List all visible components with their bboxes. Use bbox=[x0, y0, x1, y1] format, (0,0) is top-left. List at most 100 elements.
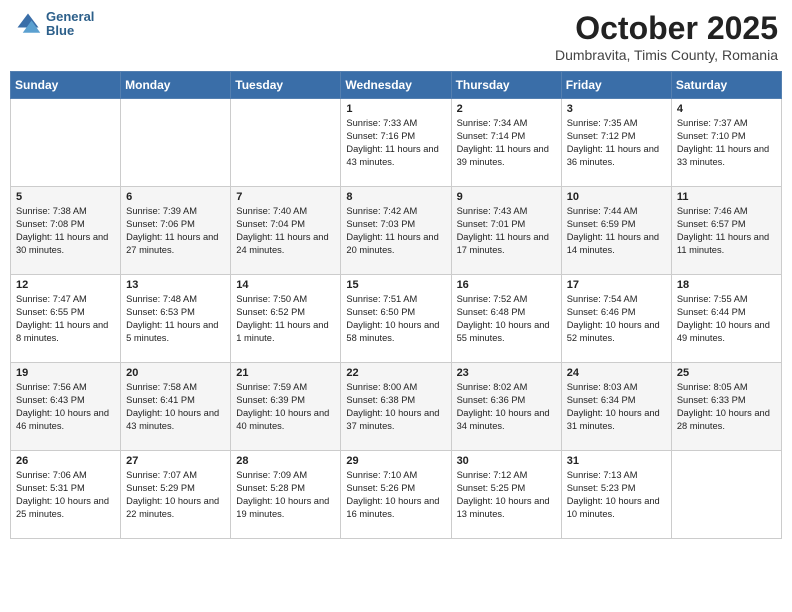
day-number: 30 bbox=[457, 455, 556, 467]
calendar-cell: 31Sunrise: 7:13 AMSunset: 5:23 PMDayligh… bbox=[561, 451, 671, 539]
weekday-header: Monday bbox=[121, 72, 231, 99]
logo-text: General Blue bbox=[46, 10, 94, 39]
calendar-table: SundayMondayTuesdayWednesdayThursdayFrid… bbox=[10, 71, 782, 539]
day-info: Sunrise: 7:56 AMSunset: 6:43 PMDaylight:… bbox=[16, 381, 115, 433]
day-number: 28 bbox=[236, 455, 335, 467]
day-info: Sunrise: 7:46 AMSunset: 6:57 PMDaylight:… bbox=[677, 205, 776, 257]
day-number: 23 bbox=[457, 367, 556, 379]
weekday-header-row: SundayMondayTuesdayWednesdayThursdayFrid… bbox=[11, 72, 782, 99]
weekday-header: Friday bbox=[561, 72, 671, 99]
day-info: Sunrise: 7:34 AMSunset: 7:14 PMDaylight:… bbox=[457, 117, 556, 169]
calendar-cell: 20 Sunrise: 7:58 AMSunset: 6:41 PMDayligh… bbox=[121, 363, 231, 451]
calendar-cell: 10 Sunrise: 7:44 AMSunset: 6:59 PMDayligh… bbox=[561, 187, 671, 275]
calendar-cell: 5 Sunrise: 7:38 AMSunset: 7:08 PMDaylight… bbox=[11, 187, 121, 275]
day-info: Sunrise: 7:47 AMSunset: 6:55 PMDaylight:… bbox=[16, 293, 115, 345]
day-number: 12 bbox=[16, 279, 115, 291]
calendar-week-row: 26 Sunrise: 7:06 AMSunset: 5:31 PMDayligh… bbox=[11, 451, 782, 539]
day-info: Sunrise: 7:42 AMSunset: 7:03 PMDaylight:… bbox=[346, 205, 445, 257]
day-info: Sunrise: 7:07 AMSunset: 5:29 PMDaylight:… bbox=[126, 469, 225, 521]
day-number: 25 bbox=[677, 367, 776, 379]
day-number: 18 bbox=[677, 279, 776, 291]
day-info: Sunrise: 7:58 AMSunset: 6:41 PMDaylight:… bbox=[126, 381, 225, 433]
day-number: 20 bbox=[126, 367, 225, 379]
calendar-week-row: 12 Sunrise: 7:47 AMSunset: 6:55 PMDayligh… bbox=[11, 275, 782, 363]
day-number: 14 bbox=[236, 279, 335, 291]
day-info: Sunrise: 7:39 AMSunset: 7:06 PMDaylight:… bbox=[126, 205, 225, 257]
day-number: 13 bbox=[126, 279, 225, 291]
calendar-cell: 4 Sunrise: 7:37 AMSunset: 7:10 PMDaylight… bbox=[671, 99, 781, 187]
day-number: 19 bbox=[16, 367, 115, 379]
weekday-header: Thursday bbox=[451, 72, 561, 99]
calendar-cell: 17 Sunrise: 7:54 AMSunset: 6:46 PMDayligh… bbox=[561, 275, 671, 363]
day-number: 7 bbox=[236, 191, 335, 203]
calendar-cell: 12 Sunrise: 7:47 AMSunset: 6:55 PMDayligh… bbox=[11, 275, 121, 363]
logo: General Blue bbox=[14, 10, 94, 39]
day-number: 8 bbox=[346, 191, 445, 203]
calendar-cell: 25 Sunrise: 8:05 AMSunset: 6:33 PMDayligh… bbox=[671, 363, 781, 451]
calendar-week-row: 5 Sunrise: 7:38 AMSunset: 7:08 PMDaylight… bbox=[11, 187, 782, 275]
day-info: Sunrise: 7:59 AMSunset: 6:39 PMDaylight:… bbox=[236, 381, 335, 433]
calendar-cell: 11Sunrise: 7:46 AMSunset: 6:57 PMDayligh… bbox=[671, 187, 781, 275]
calendar-week-row: 19 Sunrise: 7:56 AMSunset: 6:43 PMDayligh… bbox=[11, 363, 782, 451]
day-number: 2 bbox=[457, 103, 556, 115]
day-number: 17 bbox=[567, 279, 666, 291]
calendar-subtitle: Dumbravita, Timis County, Romania bbox=[555, 47, 778, 63]
day-number: 16 bbox=[457, 279, 556, 291]
calendar-cell: 21Sunrise: 7:59 AMSunset: 6:39 PMDayligh… bbox=[231, 363, 341, 451]
calendar-cell: 2 Sunrise: 7:34 AMSunset: 7:14 PMDaylight… bbox=[451, 99, 561, 187]
calendar-cell: 22 Sunrise: 8:00 AMSunset: 6:38 PMDayligh… bbox=[341, 363, 451, 451]
day-info: Sunrise: 7:54 AMSunset: 6:46 PMDaylight:… bbox=[567, 293, 666, 345]
calendar-cell: 23 Sunrise: 8:02 AMSunset: 6:36 PMDayligh… bbox=[451, 363, 561, 451]
title-section: October 2025 Dumbravita, Timis County, R… bbox=[555, 10, 778, 63]
weekday-header: Tuesday bbox=[231, 72, 341, 99]
day-info: Sunrise: 7:33 AMSunset: 7:16 PMDaylight:… bbox=[346, 117, 445, 169]
weekday-header: Wednesday bbox=[341, 72, 451, 99]
day-number: 31 bbox=[567, 455, 666, 467]
day-info: Sunrise: 8:02 AMSunset: 6:36 PMDaylight:… bbox=[457, 381, 556, 433]
day-info: Sunrise: 8:05 AMSunset: 6:33 PMDaylight:… bbox=[677, 381, 776, 433]
day-info: Sunrise: 7:06 AMSunset: 5:31 PMDaylight:… bbox=[16, 469, 115, 521]
day-number: 22 bbox=[346, 367, 445, 379]
calendar-cell: 28 Sunrise: 7:09 AMSunset: 5:28 PMDayligh… bbox=[231, 451, 341, 539]
day-info: Sunrise: 7:44 AMSunset: 6:59 PMDaylight:… bbox=[567, 205, 666, 257]
day-info: Sunrise: 7:35 AMSunset: 7:12 PMDaylight:… bbox=[567, 117, 666, 169]
weekday-header: Saturday bbox=[671, 72, 781, 99]
page-header: General Blue October 2025 Dumbravita, Ti… bbox=[10, 10, 782, 63]
day-info: Sunrise: 7:40 AMSunset: 7:04 PMDaylight:… bbox=[236, 205, 335, 257]
calendar-cell: 9Sunrise: 7:43 AMSunset: 7:01 PMDaylight… bbox=[451, 187, 561, 275]
day-info: Sunrise: 7:09 AMSunset: 5:28 PMDaylight:… bbox=[236, 469, 335, 521]
day-number: 4 bbox=[677, 103, 776, 115]
calendar-cell bbox=[671, 451, 781, 539]
calendar-cell bbox=[231, 99, 341, 187]
day-info: Sunrise: 7:51 AMSunset: 6:50 PMDaylight:… bbox=[346, 293, 445, 345]
calendar-title: October 2025 bbox=[555, 10, 778, 47]
day-number: 1 bbox=[346, 103, 445, 115]
calendar-cell: 29 Sunrise: 7:10 AMSunset: 5:26 PMDayligh… bbox=[341, 451, 451, 539]
day-number: 27 bbox=[126, 455, 225, 467]
day-info: Sunrise: 7:50 AMSunset: 6:52 PMDaylight:… bbox=[236, 293, 335, 345]
calendar-cell: 15Sunrise: 7:51 AMSunset: 6:50 PMDayligh… bbox=[341, 275, 451, 363]
calendar-cell: 16Sunrise: 7:52 AMSunset: 6:48 PMDayligh… bbox=[451, 275, 561, 363]
calendar-cell: 13 Sunrise: 7:48 AMSunset: 6:53 PMDayligh… bbox=[121, 275, 231, 363]
day-number: 5 bbox=[16, 191, 115, 203]
day-number: 9 bbox=[457, 191, 556, 203]
day-number: 24 bbox=[567, 367, 666, 379]
calendar-cell bbox=[11, 99, 121, 187]
day-info: Sunrise: 7:10 AMSunset: 5:26 PMDaylight:… bbox=[346, 469, 445, 521]
day-number: 26 bbox=[16, 455, 115, 467]
day-info: Sunrise: 7:48 AMSunset: 6:53 PMDaylight:… bbox=[126, 293, 225, 345]
day-number: 29 bbox=[346, 455, 445, 467]
logo-icon bbox=[14, 10, 42, 38]
day-info: Sunrise: 7:55 AMSunset: 6:44 PMDaylight:… bbox=[677, 293, 776, 345]
calendar-cell: 24Sunrise: 8:03 AMSunset: 6:34 PMDayligh… bbox=[561, 363, 671, 451]
calendar-cell: 19 Sunrise: 7:56 AMSunset: 6:43 PMDayligh… bbox=[11, 363, 121, 451]
day-info: Sunrise: 7:38 AMSunset: 7:08 PMDaylight:… bbox=[16, 205, 115, 257]
calendar-cell: 26 Sunrise: 7:06 AMSunset: 5:31 PMDayligh… bbox=[11, 451, 121, 539]
calendar-cell: 27 Sunrise: 7:07 AMSunset: 5:29 PMDayligh… bbox=[121, 451, 231, 539]
weekday-header: Sunday bbox=[11, 72, 121, 99]
calendar-cell: 8 Sunrise: 7:42 AMSunset: 7:03 PMDaylight… bbox=[341, 187, 451, 275]
calendar-week-row: 1 Sunrise: 7:33 AMSunset: 7:16 PMDaylight… bbox=[11, 99, 782, 187]
day-number: 10 bbox=[567, 191, 666, 203]
day-info: Sunrise: 7:37 AMSunset: 7:10 PMDaylight:… bbox=[677, 117, 776, 169]
day-info: Sunrise: 8:00 AMSunset: 6:38 PMDaylight:… bbox=[346, 381, 445, 433]
